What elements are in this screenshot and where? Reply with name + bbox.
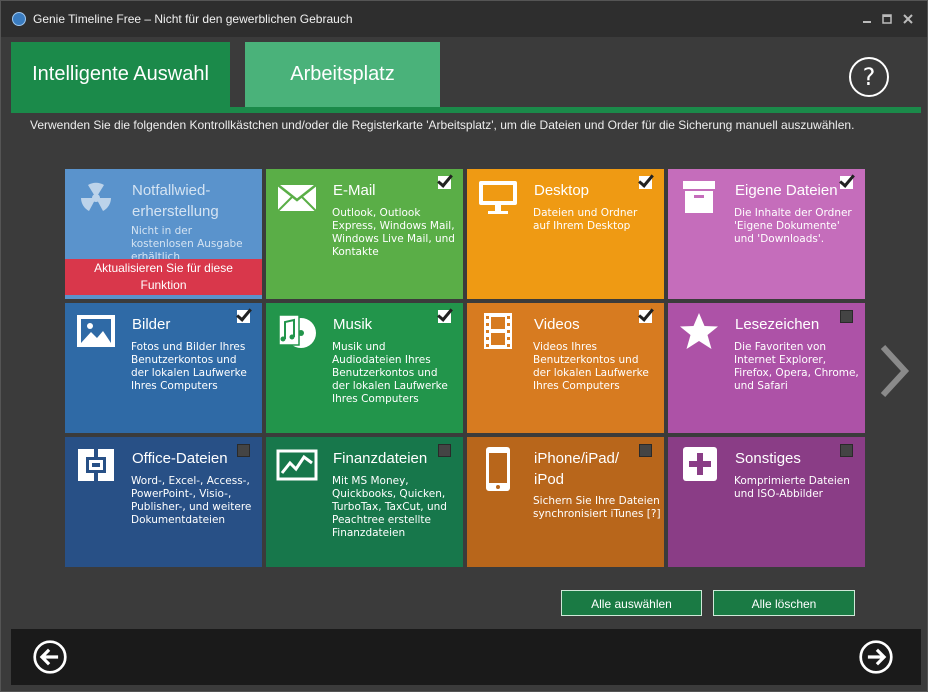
chevron-right-icon[interactable] <box>875 341 915 401</box>
picture-icon <box>77 315 115 347</box>
phone-icon <box>486 447 510 491</box>
star-icon <box>680 313 718 349</box>
tile-title: Videos <box>534 316 580 333</box>
tile-title: Finanzdateien <box>333 450 428 467</box>
tile-description: Dateien und Ordner auf Ihrem Desktop <box>533 207 638 232</box>
arrow-right-circle-icon[interactable] <box>858 639 894 675</box>
footer-bar <box>11 629 921 685</box>
tile-description: Mit MS Money, Quickbooks, Quicken, Turbo… <box>332 475 447 539</box>
tile-notfallwiederherstellung: Notfallwied- erherstellung Nicht in der … <box>65 169 262 299</box>
tab-underline <box>11 107 921 113</box>
checkbox-office-dateien[interactable] <box>237 444 250 457</box>
select-all-button[interactable]: Alle auswählen <box>561 590 702 616</box>
arrow-left-circle-icon[interactable] <box>32 639 68 675</box>
checkbox-videos[interactable] <box>639 310 652 323</box>
title-bar: Genie Timeline Free – Nicht für den gewe… <box>1 1 927 37</box>
tile-title: Eigene Dateien <box>735 182 838 199</box>
tab-bar: Intelligente Auswahl Arbeitsplatz ? <box>11 42 921 113</box>
tile-title: Musik <box>333 316 373 333</box>
tile-bilder[interactable]: Bilder Fotos und Bilder Ihres Benutzerko… <box>65 303 262 433</box>
tile-iphone[interactable]: iPhone/iPad/ iPod Sichern Sie Ihre Datei… <box>467 437 664 567</box>
upgrade-button[interactable]: Aktualisieren Sie für diese Funktion <box>65 259 262 295</box>
tile-eigene-dateien[interactable]: Eigene Dateien Die Inhalte der Ordner 'E… <box>668 169 865 299</box>
tile-description: Sichern Sie Ihre Dateien synchronisiert … <box>533 495 661 520</box>
plus-box-icon <box>683 447 717 481</box>
monitor-icon <box>479 181 517 214</box>
chart-icon <box>276 449 318 481</box>
tile-musik[interactable]: Musik Musik und Audiodateien Ihres Benut… <box>266 303 463 433</box>
tile-title: Office-Dateien <box>132 450 228 467</box>
tile-description: Outlook, Outlook Express, Windows Mail, … <box>332 207 455 258</box>
tile-title: Notfallwied- erherstellung <box>132 182 219 220</box>
tile-description: Fotos und Bilder Ihres Benutzerkontos un… <box>131 341 247 392</box>
tab-intelligente-auswahl[interactable]: Intelligente Auswahl <box>11 42 230 113</box>
checkbox-bilder[interactable] <box>237 310 250 323</box>
tile-description: Die Favoriten von Internet Explorer, Fir… <box>734 341 859 392</box>
tile-description: Komprimierte Dateien und ISO-Abbilder <box>734 475 850 500</box>
tile-description: Word-, Excel-, Access-, PowerPoint-, Vis… <box>131 475 252 526</box>
help-button[interactable]: ? <box>849 57 889 97</box>
tile-title: Lesezeichen <box>735 316 820 333</box>
checkbox-finanzdateien[interactable] <box>438 444 451 457</box>
minimize-icon[interactable] <box>861 13 873 25</box>
office-icon <box>78 449 114 481</box>
close-icon[interactable] <box>902 13 914 25</box>
category-grid: Notfallwied- erherstellung Nicht in der … <box>65 169 865 569</box>
checkbox-desktop[interactable] <box>639 176 652 189</box>
tile-title: Desktop <box>534 182 590 199</box>
checkbox-musik[interactable] <box>438 310 451 323</box>
window-title: Genie Timeline Free – Nicht für den gewe… <box>33 12 353 26</box>
email-icon <box>277 184 317 212</box>
checkbox-iphone[interactable] <box>639 444 652 457</box>
music-disc-icon <box>278 314 316 348</box>
radiation-icon <box>81 182 111 211</box>
maximize-icon[interactable] <box>881 13 893 25</box>
tile-description: Videos Ihres Benutzerkontos und der loka… <box>533 341 649 392</box>
archive-box-icon <box>683 181 715 213</box>
tile-title: E-Mail <box>333 182 376 199</box>
tile-lesezeichen[interactable]: Lesezeichen Die Favoriten von Internet E… <box>668 303 865 433</box>
checkbox-lesezeichen[interactable] <box>840 310 853 323</box>
tile-videos[interactable]: Videos Videos Ihres Benutzerkontos und d… <box>467 303 664 433</box>
film-icon <box>484 313 512 349</box>
tile-finanzdateien[interactable]: Finanzdateien Mit MS Money, Quickbooks, … <box>266 437 463 567</box>
tab-arbeitsplatz[interactable]: Arbeitsplatz <box>245 42 440 107</box>
tile-title: iPhone/iPad/ iPod <box>534 450 620 488</box>
tile-email[interactable]: E-Mail Outlook, Outlook Express, Windows… <box>266 169 463 299</box>
tile-office-dateien[interactable]: Office-Dateien Word-, Excel-, Access-, P… <box>65 437 262 567</box>
tile-desktop[interactable]: Desktop Dateien und Ordner auf Ihrem Des… <box>467 169 664 299</box>
tile-title: Bilder <box>132 316 171 333</box>
tile-description: Die Inhalte der Ordner 'Eigene Dokumente… <box>734 207 852 245</box>
instructions-text: Verwenden Sie die folgenden Kontrollkäst… <box>30 118 855 132</box>
clear-all-button[interactable]: Alle löschen <box>713 590 855 616</box>
tile-sonstiges[interactable]: Sonstiges Komprimierte Dateien und ISO-A… <box>668 437 865 567</box>
checkbox-email[interactable] <box>438 176 451 189</box>
tile-title: Sonstiges <box>735 450 801 467</box>
app-window: Genie Timeline Free – Nicht für den gewe… <box>0 0 928 692</box>
checkbox-eigene-dateien[interactable] <box>840 176 853 189</box>
tile-description: Musik und Audiodateien Ihres Benutzerkon… <box>332 341 448 405</box>
app-logo-icon <box>12 12 26 26</box>
checkbox-sonstiges[interactable] <box>840 444 853 457</box>
